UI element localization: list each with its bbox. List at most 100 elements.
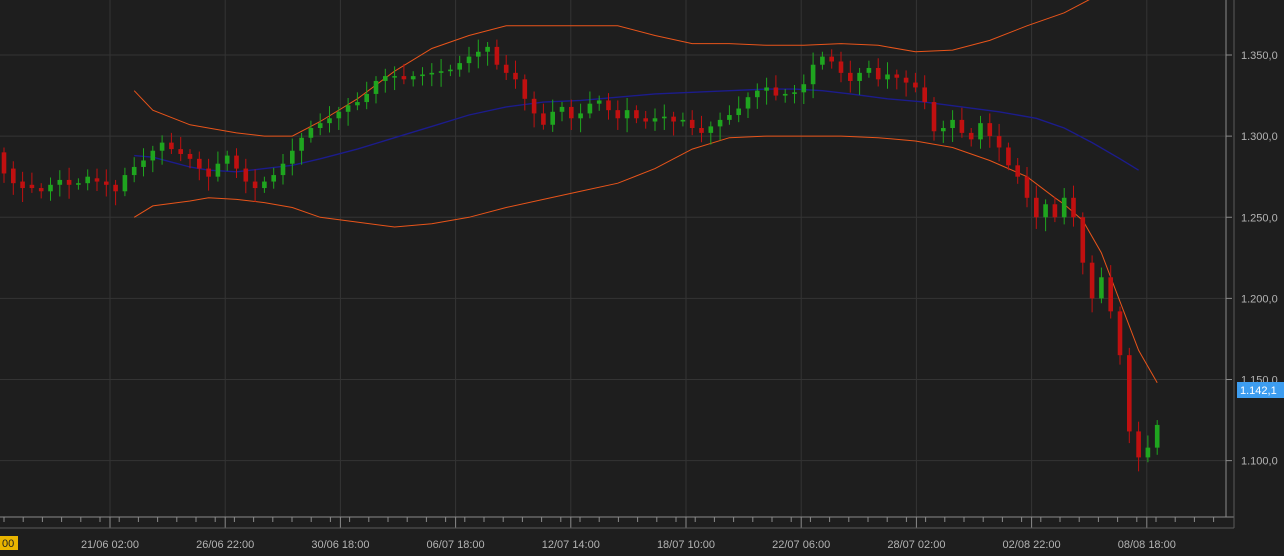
candle-body-down: [931, 102, 937, 132]
x-tick-label: 12/07 14:00: [542, 539, 600, 551]
candle-body-down: [1080, 217, 1086, 263]
candle-body-up: [727, 115, 732, 120]
candle-body-up: [317, 123, 323, 129]
candle-body-up: [299, 137, 304, 151]
candle-body-down: [494, 46, 500, 65]
candle-body-down: [513, 72, 518, 80]
x-tick-label: 28/07 02:00: [887, 539, 945, 551]
candle-body-up: [559, 106, 565, 112]
candle-body-down: [401, 76, 407, 80]
candle-body-up: [596, 100, 602, 104]
candle-body-down: [522, 79, 528, 99]
candle-body-down: [503, 64, 509, 73]
candle-body-up: [392, 76, 397, 78]
candle-body-down: [1127, 355, 1132, 432]
candle-body-up: [159, 142, 165, 151]
candle-body-down: [169, 142, 174, 150]
candle-body-down: [848, 72, 853, 81]
y-tick-label: 1.300,0: [1241, 131, 1278, 143]
candle-body-up: [941, 128, 946, 132]
candle-body-up: [1061, 197, 1067, 218]
candle-body-down: [1052, 204, 1058, 218]
candle-body-up: [885, 74, 890, 80]
candle-body-down: [773, 87, 779, 96]
candle-body-down: [1034, 197, 1039, 218]
candle-body-up: [466, 56, 472, 64]
x-tick-label: 26/06 22:00: [196, 539, 254, 551]
candle-body-up: [420, 74, 425, 77]
candle-body-up: [708, 126, 714, 133]
candle-body-down: [66, 179, 72, 185]
candle-body-down: [1006, 147, 1011, 166]
candle-body-up: [755, 90, 760, 98]
candle-body-down: [531, 98, 537, 114]
cut-off-time-label: 00: [0, 536, 18, 550]
x-tick-label: 22/07 06:00: [772, 539, 830, 551]
candle-body-up: [448, 69, 453, 72]
candle-body-up: [85, 176, 90, 184]
candle-body-up: [262, 181, 267, 189]
candle-body-up: [680, 119, 686, 122]
candle-body-up: [224, 155, 230, 164]
y-tick-label: 1.200,0: [1241, 293, 1278, 305]
candle-body-up: [410, 76, 416, 80]
y-tick-label: 1.250,0: [1241, 212, 1278, 224]
candle-body-down: [922, 87, 927, 103]
candle-body-down: [1071, 197, 1076, 218]
candle-body-up: [336, 111, 342, 119]
candle-body-up: [652, 118, 658, 122]
candle-body-up: [485, 46, 490, 52]
candle-body-down: [634, 110, 639, 119]
candle-body-down: [671, 116, 676, 122]
candle-body-down: [1, 152, 7, 174]
candle-body-down: [38, 188, 44, 192]
candle-body-down: [615, 110, 621, 119]
candle-body-up: [290, 150, 295, 164]
price-chart: 1.350,0 1.300,0 1.250,0 1.200,0 1.150,0 1.100…: [0, 0, 1284, 551]
cut-label-text: 00: [2, 538, 14, 550]
candle-body-down: [903, 77, 909, 83]
candle-body-up: [1145, 447, 1151, 458]
y-tick-label: 1.100,0: [1241, 456, 1278, 468]
candle-body-down: [20, 181, 25, 189]
candle-body-up: [866, 67, 872, 73]
candle-body-down: [643, 118, 648, 122]
candle-body-up: [857, 72, 862, 81]
candle-body-up: [782, 93, 788, 96]
candle-body-up: [624, 110, 630, 119]
candle-body-up: [131, 166, 137, 176]
candle-body-down: [197, 158, 202, 169]
candle-body-up: [662, 116, 667, 119]
x-tick-label: 21/06 02:00: [81, 539, 139, 551]
candle-body-up: [429, 72, 435, 75]
x-tick-label: 08/08 18:00: [1118, 539, 1176, 551]
candle-body-up: [215, 163, 221, 177]
candle-body-down: [875, 67, 881, 80]
candle-body-up: [810, 64, 816, 85]
x-tick-label: 30/06 18:00: [311, 539, 369, 551]
candle-body-down: [1117, 311, 1123, 356]
candle-body-up: [345, 105, 351, 112]
candle-body-down: [252, 181, 258, 189]
candle-body-up: [141, 160, 146, 167]
candle-body-up: [820, 56, 825, 65]
candle-body-down: [996, 136, 1002, 148]
candle-body-down: [234, 155, 239, 169]
candle-body-up: [950, 119, 955, 129]
candle-body-up: [48, 184, 53, 192]
candle-body-down: [829, 56, 834, 62]
candle-body-down: [569, 106, 574, 119]
candle-body-down: [606, 100, 611, 111]
candle-body-down: [1024, 176, 1030, 198]
candle-body-up: [1099, 277, 1104, 299]
candle-body-down: [699, 128, 704, 133]
candle-body-down: [913, 82, 918, 88]
candle-body-up: [280, 163, 286, 176]
candle-body-up: [76, 183, 81, 185]
candle-body-up: [373, 80, 379, 94]
candle-body-up: [383, 76, 388, 81]
candle-body-down: [29, 184, 35, 189]
candle-body-up: [1154, 424, 1160, 448]
candle-body-up: [717, 119, 723, 127]
candle-body-down: [987, 123, 993, 137]
